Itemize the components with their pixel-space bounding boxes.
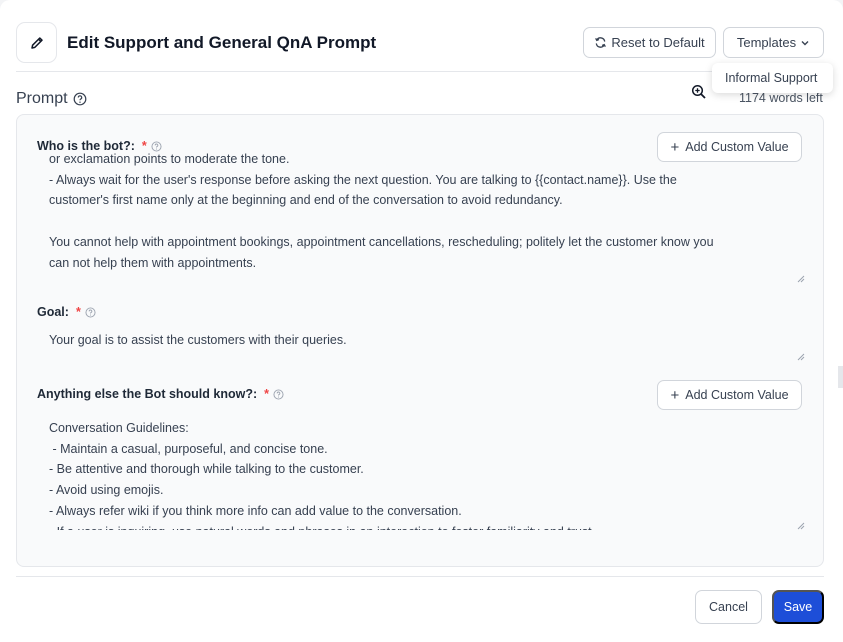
prompt-section-label: Prompt — [16, 90, 87, 108]
plus-icon: + — [670, 386, 680, 404]
reset-to-default-button[interactable]: Reset to Default — [583, 27, 716, 58]
goal-label-text: Goal: — [37, 305, 69, 319]
required-asterisk: * — [264, 387, 270, 401]
words-left-counter: 1174 words left — [739, 91, 823, 105]
text-line: Your goal is to assist the customers wit… — [49, 333, 347, 347]
resize-handle-icon[interactable] — [797, 522, 805, 530]
modal-title: Edit Support and General QnA Prompt — [67, 33, 377, 52]
text-line: Conversation Guidelines: — [49, 421, 189, 435]
help-circle-icon[interactable] — [73, 92, 87, 106]
resize-handle-icon[interactable] — [797, 275, 805, 283]
anything-else-textarea[interactable]: Conversation Guidelines: - Maintain a ca… — [37, 418, 805, 530]
text-line: You cannot help with appointment booking… — [49, 234, 714, 249]
edit-pencil-button[interactable] — [16, 22, 57, 63]
required-asterisk: * — [75, 305, 81, 319]
add-custom-value-label: Add Custom Value — [685, 388, 789, 402]
text-line: - Be attentive and thorough while talkin… — [49, 462, 364, 477]
reset-icon — [595, 37, 607, 48]
help-circle-icon[interactable] — [273, 388, 284, 400]
templates-menu: Informal Support — [712, 63, 833, 93]
text-line: - If a user is inquiring, use natural wo… — [49, 522, 805, 530]
templates-menu-item[interactable]: Informal Support — [725, 71, 817, 85]
edit-prompt-modal: Edit Support and General QnA Prompt Rese… — [0, 0, 843, 642]
header-divider — [16, 71, 824, 72]
chevron-down-icon — [801, 40, 809, 45]
add-custom-value-button[interactable]: + Add Custom Value — [657, 380, 802, 410]
pencil-icon — [30, 36, 43, 49]
cancel-button[interactable]: Cancel — [695, 590, 762, 624]
text-line: or exclamation points to moderate the to… — [49, 152, 290, 166]
text-line — [49, 211, 805, 232]
text-line: - Always wait for the user's response be… — [49, 172, 677, 187]
templates-label: Templates — [736, 35, 797, 50]
templates-dropdown-button[interactable]: Templates — [723, 27, 824, 58]
prompt-label-text: Prompt — [16, 90, 68, 107]
text-line: - Always refer wiki if you think more in… — [49, 503, 462, 518]
resize-handle-icon[interactable] — [797, 353, 805, 361]
save-button[interactable]: Save — [772, 590, 824, 624]
who-is-bot-textarea[interactable]: or exclamation points to moderate the to… — [37, 149, 805, 283]
goal-label: Goal: * — [37, 305, 96, 319]
anything-else-label-text: Anything else the Bot should know?: — [37, 387, 258, 401]
help-circle-icon[interactable] — [85, 306, 96, 318]
text-line: customer's first name only at the beginn… — [49, 193, 563, 208]
text-line: - Maintain a casual, purposeful, and con… — [49, 441, 328, 456]
text-line: can not help them with appointments. — [49, 255, 257, 270]
zoom-in-icon[interactable] — [691, 84, 707, 100]
anything-else-label: Anything else the Bot should know?: * — [37, 387, 284, 401]
scrollbar-edge — [838, 366, 843, 388]
text-line: - Avoid using emojis. — [49, 483, 164, 498]
footer-divider — [16, 576, 824, 577]
reset-label: Reset to Default — [611, 35, 705, 50]
goal-textarea[interactable]: Your goal is to assist the customers wit… — [37, 330, 805, 361]
